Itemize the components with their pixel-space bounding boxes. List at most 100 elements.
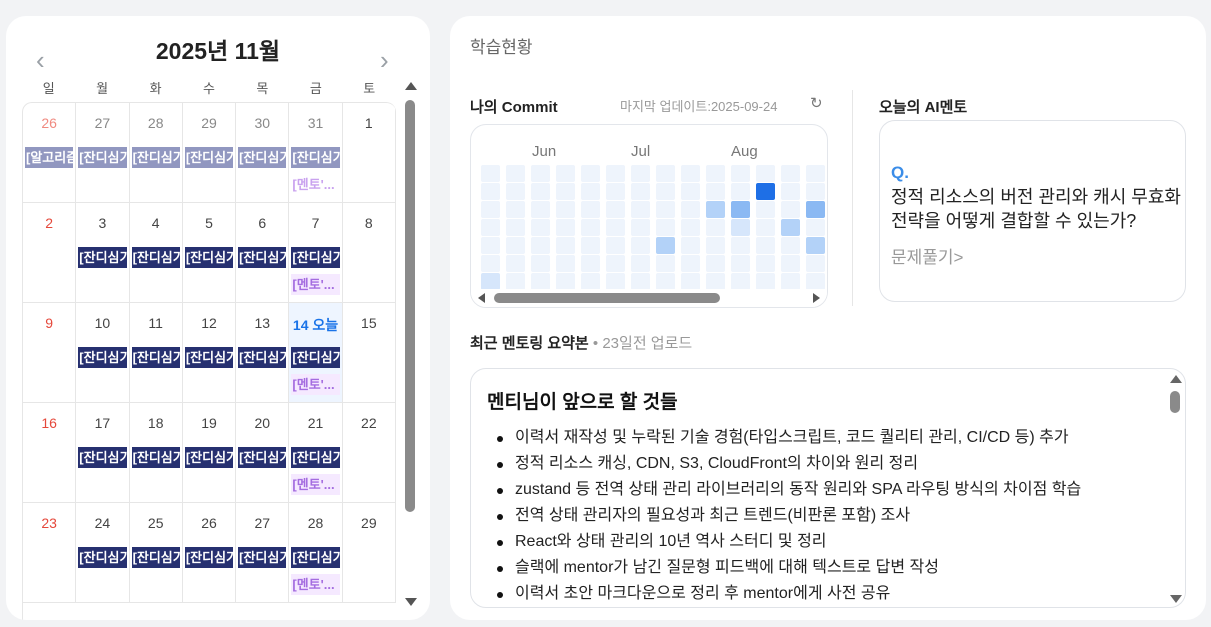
calendar-day[interactable]: 28 [잔디심기] xyxy=(129,103,183,203)
commit-event[interactable]: [잔디심기] xyxy=(238,547,287,568)
calendar-day[interactable]: 23 xyxy=(23,503,77,603)
calendar-day[interactable]: 18 [잔디심기] xyxy=(129,403,183,503)
calendar-day[interactable]: 5 [잔디심기] xyxy=(182,203,237,303)
day-number: 25 xyxy=(147,515,164,531)
calendar-title: 2025년 11월 xyxy=(155,38,281,64)
calendar-day[interactable]: 6 [잔디심기] xyxy=(236,203,290,303)
commit-event[interactable]: [잔디심기] xyxy=(291,347,340,368)
commit-event[interactable]: [잔디심기] xyxy=(131,447,180,468)
heatmap-cell xyxy=(481,201,500,218)
heatmap-week xyxy=(731,165,750,290)
commit-event[interactable]: [잔디심기] xyxy=(184,147,234,168)
calendar-day[interactable]: 9 xyxy=(23,303,77,403)
calendar-day[interactable]: 10 [잔디심기] xyxy=(76,303,130,403)
calendar-day[interactable]: 1 xyxy=(342,103,396,203)
scroll-up-icon[interactable] xyxy=(405,82,417,90)
scroll-right-icon[interactable] xyxy=(813,293,820,303)
summary-box-title: 멘티님이 앞으로 할 것들 xyxy=(487,392,678,413)
commit-event[interactable]: [잔디심기] xyxy=(78,447,127,468)
commit-event[interactable]: [잔디심기] xyxy=(238,147,287,168)
commit-event[interactable]: [잔디심기] xyxy=(291,147,340,168)
calendar-day[interactable]: 29 [잔디심기] xyxy=(182,103,237,203)
calendar-day[interactable]: 3 [잔디심기] xyxy=(76,203,130,303)
commit-event[interactable]: [잔디심기] xyxy=(131,547,180,568)
scroll-left-icon[interactable] xyxy=(478,293,485,303)
calendar-scrollbar[interactable] xyxy=(404,80,418,610)
commit-event[interactable]: [잔디심기] xyxy=(78,547,127,568)
mentor-event[interactable]: [멘토'... xyxy=(291,374,340,395)
mentor-event[interactable]: [멘토'... xyxy=(291,574,340,595)
commit-event[interactable]: [잔디심기] xyxy=(78,147,127,168)
scroll-up-icon[interactable] xyxy=(1170,375,1182,383)
calendar-day[interactable]: 22 xyxy=(342,403,396,503)
commit-event[interactable]: [잔디심기] xyxy=(184,247,234,268)
commit-event[interactable]: [잔디심기] xyxy=(78,247,127,268)
commit-event[interactable]: [잔디심기] xyxy=(238,447,287,468)
calendar-day[interactable]: 4 [잔디심기] xyxy=(129,203,183,303)
calendar-day[interactable]: 26 [알고리즘] xyxy=(23,103,77,203)
mentor-event[interactable]: [멘토'... xyxy=(291,174,340,195)
calendar-day[interactable]: 7 [잔디심기] [멘토'... xyxy=(289,203,343,303)
calendar-day[interactable]: 19 [잔디심기] xyxy=(182,403,237,503)
calendar-day[interactable]: 12 [잔디심기] xyxy=(182,303,237,403)
commit-event[interactable]: [잔디심기] xyxy=(131,347,180,368)
chevron-right-icon[interactable]: › xyxy=(380,47,389,73)
heatmap-cell xyxy=(531,183,550,200)
calendar-day[interactable]: 11 [잔디심기] xyxy=(129,303,183,403)
calendar-day[interactable]: 27 [잔디심기] xyxy=(76,103,130,203)
calendar-day[interactable]: 17 [잔디심기] xyxy=(76,403,130,503)
day-number: 28 xyxy=(147,115,164,131)
calendar-day[interactable]: 20 [잔디심기] xyxy=(236,403,290,503)
commit-event[interactable]: [잔디심기] xyxy=(238,347,287,368)
commit-event[interactable]: [잔디심기] xyxy=(78,347,127,368)
day-number: 26 xyxy=(41,115,57,131)
refresh-icon[interactable]: ↻ xyxy=(810,94,823,112)
heatmap-cell xyxy=(806,183,825,200)
calendar-day[interactable]: 8 xyxy=(342,203,396,303)
scrollbar-thumb[interactable] xyxy=(1170,391,1180,413)
heatmap-cell xyxy=(731,219,750,236)
solve-problem-link[interactable]: 문제풀기> xyxy=(891,243,964,268)
commit-event[interactable]: [잔디심기] xyxy=(238,247,287,268)
calendar-day[interactable]: 2 xyxy=(23,203,77,303)
calendar-day[interactable]: 27 [잔디심기] xyxy=(236,503,290,603)
commit-event[interactable]: [잔디심기] xyxy=(184,447,234,468)
commit-event[interactable]: [잔디심기] xyxy=(291,447,340,468)
heatmap-cell xyxy=(731,255,750,272)
heatmap-cell xyxy=(731,237,750,254)
calendar-day[interactable]: 16 xyxy=(23,403,77,503)
summary-scrollbar[interactable] xyxy=(1169,371,1183,605)
calendar-day[interactable]: 31 [잔디심기] [멘토'... xyxy=(289,103,343,203)
day-number: 10 xyxy=(94,315,111,331)
calendar-day[interactable]: 15 xyxy=(342,303,396,403)
calendar-day[interactable]: 21 [잔디심기] [멘토'... xyxy=(289,403,343,503)
calendar-day[interactable]: 14 오늘 [잔디심기] [멘토'... xyxy=(289,303,343,403)
calendar-day[interactable]: 26 [잔디심기] xyxy=(182,503,237,603)
mentor-event[interactable]: [멘토'... xyxy=(291,474,340,495)
commit-event[interactable]: [잔디심기] xyxy=(131,147,180,168)
scroll-down-icon[interactable] xyxy=(1170,595,1182,603)
scroll-down-icon[interactable] xyxy=(405,598,417,606)
calendar-day[interactable]: 29 xyxy=(342,503,396,603)
heatmap-cell xyxy=(681,165,700,182)
calendar-panel: ‹ 2025년 11월 › 일 월 화 수 목 금 토 26[알고리즘]27[잔… xyxy=(6,16,430,620)
calendar-day[interactable]: 25 [잔디심기] xyxy=(129,503,183,603)
calendar-grid: 26[알고리즘]27[잔디심기]28[잔디심기]29[잔디심기]30[잔디심기]… xyxy=(22,102,396,620)
scrollbar-thumb[interactable] xyxy=(405,100,415,512)
commit-event[interactable]: [잔디심기] xyxy=(291,247,340,268)
heatmap-cell xyxy=(806,255,825,272)
scrollbar-thumb[interactable] xyxy=(494,293,720,303)
commit-event[interactable]: [잔디심기] xyxy=(131,247,180,268)
calendar-day[interactable]: 13 [잔디심기] xyxy=(236,303,290,403)
heatmap-scrollbar[interactable] xyxy=(471,289,827,307)
commit-event[interactable]: [잔디심기] xyxy=(291,547,340,568)
mentor-event[interactable]: [멘토'... xyxy=(291,274,340,295)
calendar-day[interactable]: 30 [잔디심기] xyxy=(236,103,290,203)
commit-event[interactable]: [알고리즘] xyxy=(25,147,74,168)
commit-event[interactable]: [잔디심기] xyxy=(184,547,234,568)
commit-event[interactable]: [잔디심기] xyxy=(184,347,234,368)
calendar-day[interactable]: 28 [잔디심기] [멘토'... xyxy=(289,503,343,603)
heatmap-cell xyxy=(531,273,550,290)
calendar-day[interactable]: 24 [잔디심기] xyxy=(76,503,130,603)
day-number: 8 xyxy=(364,215,373,231)
